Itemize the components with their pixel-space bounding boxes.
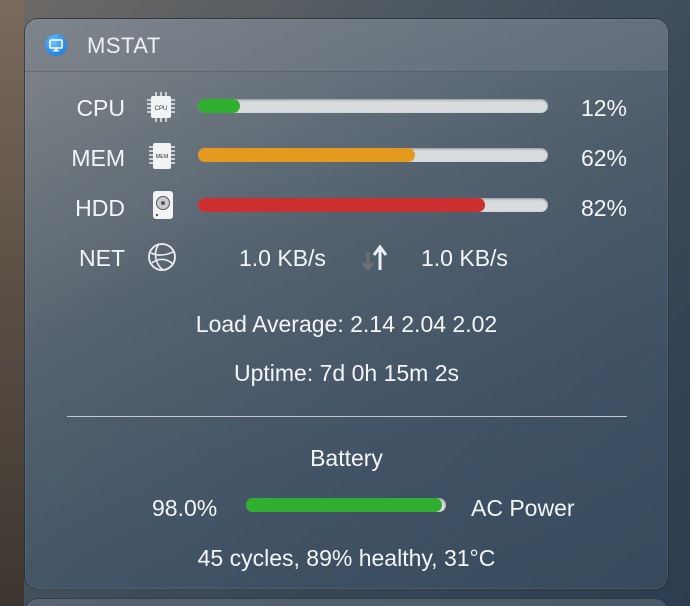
load-average: Load Average: 2.14 2.04 2.02: [195, 311, 498, 337]
cpu-label: CPU: [76, 95, 125, 121]
battery-power-source: AC Power: [471, 495, 575, 521]
hard-disk-icon: [152, 190, 180, 220]
cpu-chip-icon: CPU: [147, 92, 175, 122]
mem-usage-fill: [198, 148, 415, 162]
battery-title: Battery: [310, 445, 383, 471]
mem-value: 62%: [580, 145, 627, 171]
battery-level-bar: [246, 498, 446, 512]
memory-chip-text: MEM: [156, 154, 169, 160]
mem-usage-bar: [198, 148, 548, 162]
section-divider: [67, 416, 627, 417]
widget-header: MSTAT: [25, 19, 668, 72]
hdd-label: HDD: [75, 195, 125, 221]
globe-icon: [147, 242, 176, 272]
net-download-speed: 1.0 KB/s: [239, 245, 326, 271]
hdd-usage-fill: [198, 198, 485, 212]
net-upload-speed: 1.0 KB/s: [421, 245, 508, 271]
cpu-chip-text: CPU: [155, 106, 168, 112]
mem-label: MEM: [71, 145, 125, 171]
net-label: NET: [79, 245, 125, 271]
hdd-usage-bar: [198, 198, 548, 212]
battery-details: 45 cycles, 89% healthy, 31°C: [197, 545, 496, 571]
cpu-usage-bar: [198, 99, 548, 113]
mstat-widget: MSTAT CPU CPU 12% MEM MEM 62% HDD 82% NE…: [24, 18, 669, 590]
cpu-value: 12%: [580, 95, 627, 121]
desktop-background: [0, 0, 24, 606]
next-widget-edge: [24, 598, 669, 606]
app-title: MSTAT: [87, 33, 161, 58]
cpu-usage-fill: [198, 99, 240, 113]
battery-level-fill: [246, 498, 442, 512]
hdd-value: 82%: [580, 195, 627, 221]
memory-chip-icon: MEM: [149, 141, 177, 171]
up-down-arrows-icon: [360, 242, 388, 272]
monitor-app-icon: [45, 34, 67, 56]
battery-percent: 98.0%: [152, 495, 218, 521]
uptime: Uptime: 7d 0h 15m 2s: [233, 360, 459, 386]
